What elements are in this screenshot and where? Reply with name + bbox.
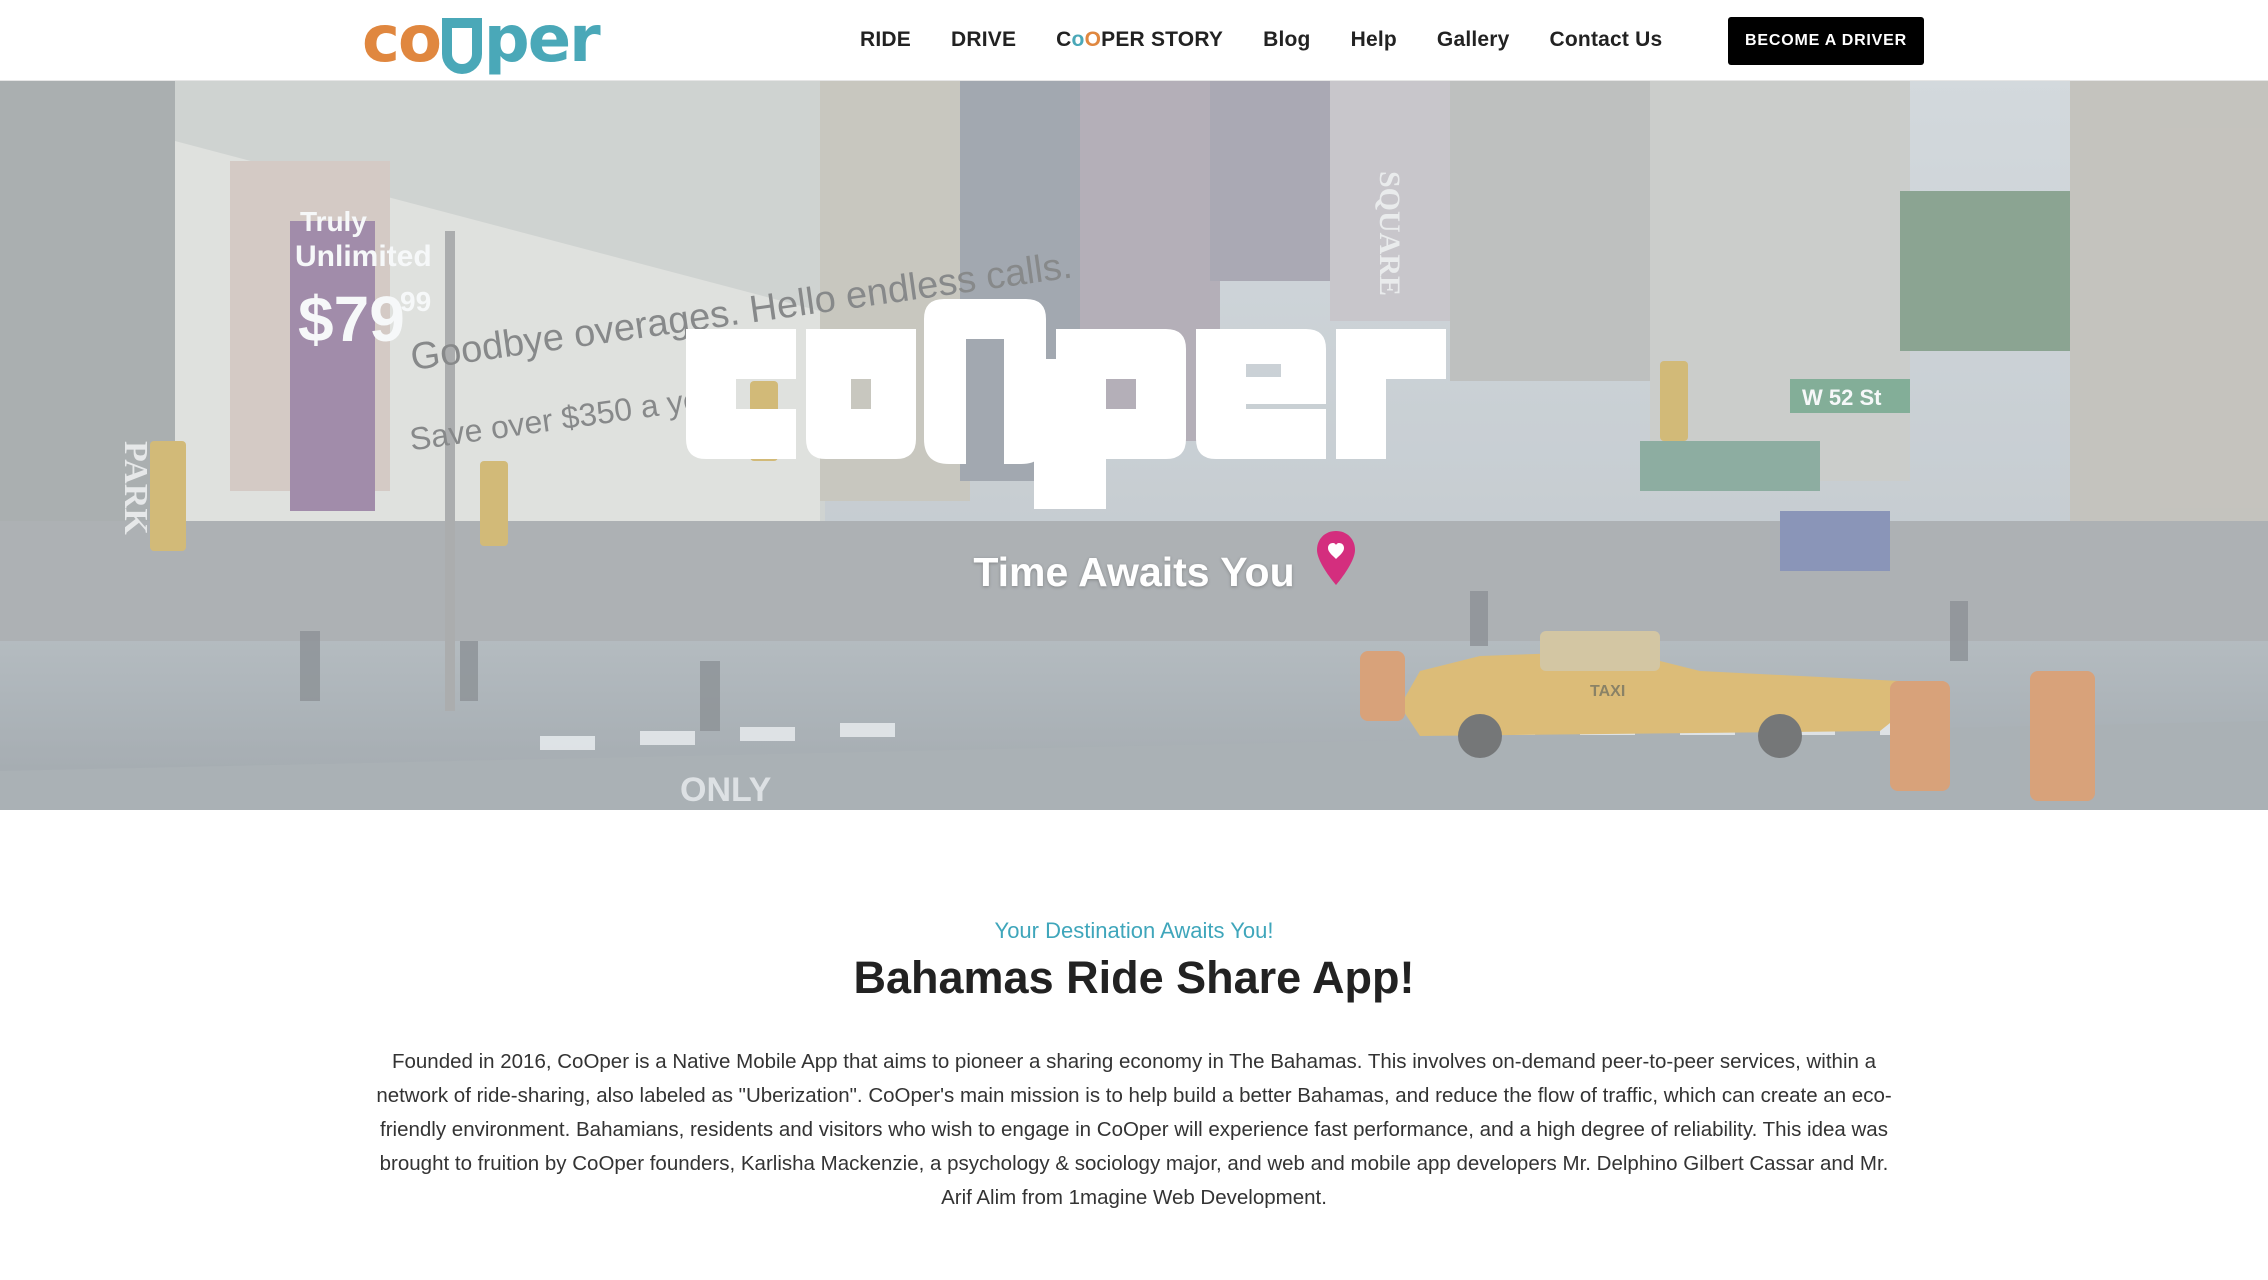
about-body: Founded in 2016, CoOper is a Native Mobi… — [376, 1050, 1892, 1209]
nav-gallery[interactable]: Gallery — [1437, 28, 1510, 52]
nav-contact-us[interactable]: Contact Us — [1550, 28, 1663, 52]
hero-tagline-text: Time Awaits You — [973, 549, 1295, 595]
become-a-driver-button[interactable]: BECOME A DRIVER — [1728, 17, 1924, 65]
main-nav: RIDE DRIVE CoOPER STORY Blog Help Galler… — [860, 0, 1662, 80]
nav-cooper-story[interactable]: CoOPER STORY — [1056, 28, 1223, 52]
nav-cooper-story-o2: O — [1084, 28, 1102, 51]
nav-help[interactable]: Help — [1351, 28, 1397, 52]
nav-cooper-story-o1: o — [1071, 28, 1085, 51]
nav-ride[interactable]: RIDE — [860, 28, 911, 52]
about-kicker: Your Destination Awaits You! — [994, 918, 1274, 943]
nav-blog[interactable]: Blog — [1263, 28, 1310, 52]
nav-cooper-story-c: C — [1056, 28, 1072, 51]
brand-logo[interactable]: co per — [362, 8, 601, 74]
map-pin-icon — [1316, 531, 1355, 585]
hero-tagline: Time Awaits You — [0, 531, 2268, 596]
nav-cooper-story-rest: PER STORY — [1101, 28, 1224, 51]
about-title: Bahamas Ride Share App! — [853, 952, 1415, 1003]
site-header: co per RIDE DRIVE CoOPER STORY Blog Help … — [0, 0, 2268, 81]
nav-drive[interactable]: DRIVE — [951, 28, 1016, 52]
hero-banner: Truly Unlimited $79 99 Goodbye overages.… — [0, 81, 2268, 810]
